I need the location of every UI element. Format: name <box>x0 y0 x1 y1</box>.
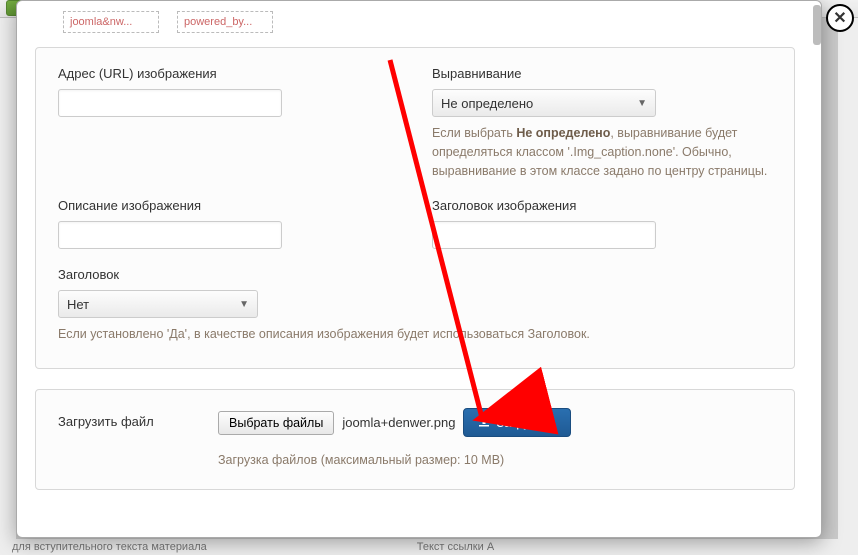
align-help-text: Если выбрать Не определено, выравнивание… <box>432 124 772 180</box>
chevron-down-icon: ▼ <box>239 299 249 310</box>
caption-value: Нет <box>67 297 89 312</box>
upload-label: Загрузить файл <box>58 408 198 429</box>
upload-button[interactable]: Загрузить <box>463 408 570 437</box>
upload-icon <box>478 415 490 430</box>
upload-panel: Загрузить файл Выбрать файлы joomla+denw… <box>35 389 795 490</box>
background-bottom-text: для вступительного текста материала Текс… <box>0 539 858 555</box>
thumbnail-item[interactable]: joomla&nw... <box>63 11 159 33</box>
desc-input[interactable] <box>58 221 282 249</box>
choose-files-button[interactable]: Выбрать файлы <box>218 411 334 435</box>
image-title-input[interactable] <box>432 221 656 249</box>
caption-label: Заголовок <box>58 267 772 282</box>
url-input[interactable] <box>58 89 282 117</box>
image-settings-panel: Адрес (URL) изображения Выравнивание Не … <box>35 47 795 369</box>
caption-select[interactable]: Нет ▼ <box>58 290 258 318</box>
url-label: Адрес (URL) изображения <box>58 66 398 81</box>
align-value: Не определено <box>441 96 533 111</box>
selected-filename: joomla+denwer.png <box>342 415 455 430</box>
image-title-label: Заголовок изображения <box>432 198 772 213</box>
chevron-down-icon: ▼ <box>637 98 647 109</box>
image-picker-modal: joomla&nw... powered_by... Адрес (URL) и… <box>16 0 822 538</box>
thumbnail-row: joomla&nw... powered_by... <box>35 11 795 47</box>
thumbnail-item[interactable]: powered_by... <box>177 11 273 33</box>
close-icon[interactable]: ✕ <box>826 4 854 32</box>
upload-note: Загрузка файлов (максимальный размер: 10… <box>218 453 571 467</box>
scrollbar[interactable] <box>813 5 821 45</box>
upload-button-label: Загрузить <box>496 415 555 430</box>
caption-help-text: Если установлено 'Да', в качестве описан… <box>58 325 758 344</box>
align-select[interactable]: Не определено ▼ <box>432 89 656 117</box>
desc-label: Описание изображения <box>58 198 398 213</box>
align-label: Выравнивание <box>432 66 772 81</box>
